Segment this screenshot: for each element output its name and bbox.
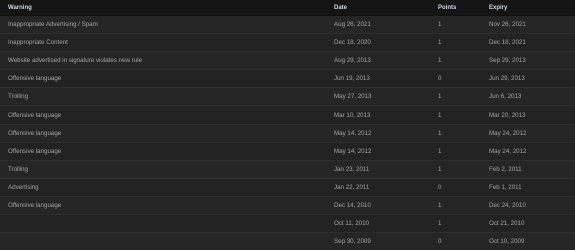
- cell-expiry: Jun 6, 2013: [489, 93, 522, 101]
- warnings-table: Warning Date Points Expiry Inappropriate…: [0, 0, 575, 250]
- table-row[interactable]: Oct 11, 2010 1 Oct 21, 2010: [0, 215, 575, 234]
- cell-date: Sep 30, 2009: [334, 238, 371, 246]
- table-row[interactable]: Website advertised in signature violates…: [0, 52, 575, 71]
- table-row[interactable]: Inappropriate Content Dec 18, 2020 1 Dec 18…: [0, 34, 575, 53]
- cell-date: Aug 29, 2013: [334, 57, 371, 65]
- cell-points: 1: [438, 220, 442, 228]
- cell-date: Jan 22, 2011: [334, 183, 370, 191]
- table-row[interactable]: Advertising Jan 22, 2011 0 Feb 1, 2011: [0, 178, 575, 197]
- cell-warning: Trolling: [8, 93, 29, 101]
- cell-date: May 14, 2012: [334, 147, 372, 155]
- column-header-date[interactable]: Date: [334, 5, 347, 11]
- cell-date: Mar 10, 2013: [334, 111, 371, 119]
- cell-date: Oct 11, 2010: [334, 220, 369, 228]
- table-row[interactable]: Trolling May 27, 2013 1 Jun 6, 2013: [0, 88, 575, 107]
- cell-expiry: Feb 2, 2011: [489, 165, 522, 173]
- cell-date: May 14, 2012: [334, 129, 372, 137]
- cell-date: Dec 18, 2020: [334, 39, 371, 47]
- cell-expiry: May 24, 2012: [489, 129, 527, 137]
- cell-date: May 27, 2013: [334, 93, 372, 101]
- cell-warning: Website advertised in signature violates…: [8, 57, 143, 65]
- table-row[interactable]: Inappropriate Advertising / Spam Aug 26, …: [0, 16, 575, 35]
- cell-points: 1: [438, 129, 442, 137]
- cell-points: 1: [438, 39, 442, 47]
- column-header-expiry[interactable]: Expiry: [489, 5, 507, 11]
- table-row[interactable]: Sep 30, 2009 0 Oct 10, 2009: [0, 233, 575, 250]
- cell-points: 1: [438, 147, 442, 155]
- table-row[interactable]: Offensive language Mar 10, 2013 1 Mar 20, 2…: [0, 106, 575, 125]
- cell-points: 0: [438, 183, 442, 191]
- cell-warning: Offensive language: [8, 75, 62, 83]
- cell-points: 0: [438, 75, 442, 83]
- cell-warning: Inappropriate Advertising / Spam: [8, 21, 98, 29]
- column-header-warning[interactable]: Warning: [8, 5, 32, 11]
- cell-points: 0: [438, 238, 442, 246]
- cell-warning: Offensive language: [8, 201, 62, 209]
- cell-points: 1: [438, 21, 442, 29]
- cell-points: 1: [438, 165, 442, 173]
- cell-expiry: Oct 21, 2010: [489, 220, 525, 228]
- cell-expiry: Feb 1, 2011: [489, 183, 522, 191]
- cell-points: 1: [438, 57, 442, 65]
- table-row[interactable]: Offensive language May 14, 2012 1 May 24, 2…: [0, 142, 575, 161]
- cell-date: Dec 14, 2010: [334, 201, 371, 209]
- cell-warning: Offensive language: [8, 111, 62, 119]
- table-header: Warning Date Points Expiry: [0, 0, 575, 16]
- table-row[interactable]: Offensive language Dec 14, 2010 1 Dec 24, 2…: [0, 196, 575, 216]
- table-row[interactable]: Trolling Jan 23, 2011 1 Feb 2, 2011: [0, 160, 575, 179]
- cell-warning: Inappropriate Content: [8, 39, 68, 47]
- cell-points: 1: [438, 201, 442, 209]
- cell-points: 1: [438, 93, 442, 101]
- cell-expiry: Jun 29, 2013: [489, 75, 525, 83]
- cell-expiry: Dec 24, 2010: [489, 201, 526, 209]
- cell-expiry: May 24, 2012: [489, 147, 527, 155]
- cell-date: Jun 19, 2013: [334, 75, 370, 83]
- cell-warning: Advertising: [8, 183, 39, 191]
- cell-warning: Trolling: [8, 165, 29, 173]
- table-body: Inappropriate Advertising / Spam Aug 26, …: [0, 16, 575, 250]
- cell-date: Aug 26, 2021: [334, 21, 371, 29]
- cell-expiry: Mar 20, 2013: [489, 111, 526, 119]
- table-row[interactable]: Offensive language Jun 19, 2013 0 Jun 29, 2…: [0, 70, 575, 89]
- table-row[interactable]: Offensive language May 14, 2012 1 May 24, 2…: [0, 124, 575, 143]
- cell-date: Jan 23, 2011: [334, 165, 370, 173]
- column-header-points[interactable]: Points: [438, 5, 456, 11]
- cell-expiry: Dec 18, 2021: [489, 39, 526, 47]
- cell-warning: Offensive language: [8, 129, 62, 137]
- cell-expiry: Nov 26, 2021: [489, 21, 526, 29]
- cell-expiry: Sep 29, 2013: [489, 57, 526, 65]
- cell-warning: Offensive language: [8, 147, 62, 155]
- cell-expiry: Oct 10, 2009: [489, 238, 525, 246]
- cell-points: 1: [438, 111, 442, 119]
